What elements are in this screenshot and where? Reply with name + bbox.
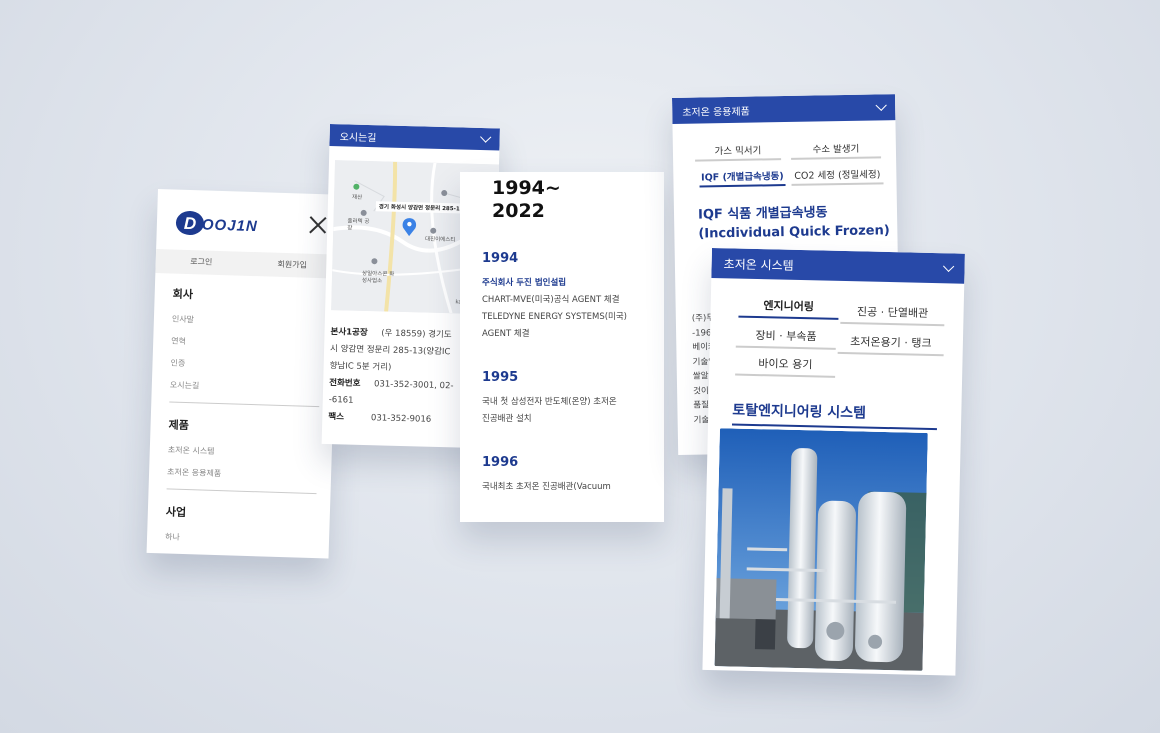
- location-header[interactable]: 오시는길: [329, 124, 500, 151]
- svg-text:OOJ1N: OOJ1N: [202, 216, 259, 235]
- applied-title: 초저온 응용제품: [682, 106, 750, 119]
- location-title: 오시는길: [339, 131, 377, 144]
- divider: [169, 401, 320, 408]
- menu-card: D OOJ1N 로그인 회원가입 회사 인사말 연혁 인증 오시는길 제품 초저…: [146, 189, 340, 559]
- applied-header[interactable]: 초저온 응용제품: [672, 94, 896, 124]
- chevron-down-icon[interactable]: [480, 131, 492, 143]
- phone-label: 전화번호: [329, 378, 361, 389]
- system-heading: 토탈엔지니어링 시스템: [731, 399, 938, 431]
- menu-item-business-1[interactable]: 하나: [165, 531, 315, 547]
- system-title: 초저온 시스템: [723, 256, 794, 273]
- fax-label: 팩스: [328, 412, 345, 423]
- tab-iqf[interactable]: IQF (개별급속냉동): [699, 168, 786, 188]
- map-label-poi: 재산: [352, 194, 363, 201]
- iqf-heading-line2: (Incdividual Quick Frozen): [698, 223, 890, 242]
- history-entry: 1995 국내 첫 삼성전자 반도체(온양) 초저온 진공배관 설치: [482, 369, 654, 428]
- menu-section-products[interactable]: 제품: [168, 416, 318, 437]
- history-range-end: 2022: [492, 200, 545, 222]
- chevron-down-icon[interactable]: [875, 99, 887, 112]
- map-label-poi: 상일아스콘 화성사업소: [361, 270, 395, 285]
- menu-section-company[interactable]: 회사: [172, 286, 322, 307]
- menu-item-certification[interactable]: 인증: [170, 357, 320, 373]
- fax-value: 031-352-9016: [370, 413, 432, 425]
- menu-item-directions[interactable]: 오시는길: [170, 379, 320, 395]
- menu-item-greeting[interactable]: 인사말: [172, 314, 322, 330]
- history-range-start: 1994~: [492, 177, 561, 199]
- history-range: 1994~ 2022: [492, 177, 561, 223]
- history-entry: 1994 주식회사 두진 법인설립 CHART-MVE(미국)공식 AGENT …: [482, 250, 654, 343]
- doojin-logo[interactable]: D OOJ1N: [174, 208, 261, 241]
- tab-equipment[interactable]: 장비 · 부속품: [735, 326, 837, 350]
- auth-tabs: 로그인 회원가입: [155, 248, 339, 279]
- history-year: 1996: [482, 455, 519, 470]
- tab-hydrogen-generator[interactable]: 수소 발생기: [790, 140, 882, 160]
- system-header[interactable]: 초저온 시스템: [711, 248, 965, 284]
- phone-value[interactable]: 031-352-3001, 02-: [374, 379, 454, 391]
- plant-illustration: [714, 428, 928, 671]
- menu-item-cryogenic-applied[interactable]: 초저온 응용제품: [167, 466, 317, 482]
- tab-vacuum-piping[interactable]: 진공 · 단열배관: [840, 302, 945, 327]
- history-entry-line: AGENT 체결: [482, 329, 530, 339]
- tab-co2-cleaning[interactable]: CO2 세정 (정밀세정): [791, 166, 884, 186]
- cryogenic-system-card: 초저온 시스템 엔지니어링 진공 · 단열배관 장비 · 부속품 초저온용기 ·…: [702, 248, 965, 676]
- svg-text:D: D: [184, 214, 197, 233]
- menu-section-business[interactable]: 사업: [166, 503, 316, 524]
- factory-label: 본사1공장: [330, 327, 368, 339]
- history-entry-line: 진공배관 설치: [482, 414, 532, 424]
- history-year: 1995: [482, 370, 519, 385]
- tab-cryogenic-tank[interactable]: 초저온용기 · 탱크: [837, 332, 945, 357]
- login-link[interactable]: 로그인: [155, 249, 247, 276]
- history-entry-line: 국내 첫 삼성전자 반도체(온양) 초저온: [482, 397, 617, 407]
- history-entry-title: 주식회사 두진 법인설립: [482, 278, 567, 288]
- history-card: 1994~ 2022 1994 주식회사 두진 법인설립 CHART-MVE(미…: [460, 172, 664, 522]
- map-label-poi: 대진이에스티: [424, 236, 456, 244]
- history-entry: 1996 국내최초 초저온 진공배관(Vacuum: [482, 454, 654, 496]
- tab-engineering[interactable]: 엔지니어링: [738, 296, 839, 320]
- factory-value: (우 18559) 경기도: [381, 328, 452, 341]
- close-icon[interactable]: [309, 216, 328, 235]
- history-entry-line: CHART-MVE(미국)공식 AGENT 체결: [482, 295, 620, 305]
- iqf-heading: IQF 식품 개별급속냉동 (Incdividual Quick Frozen): [698, 202, 890, 243]
- history-entry-line: 국내최초 초저온 진공배관(Vacuum: [482, 482, 611, 492]
- menu-list: 회사 인사말 연혁 인증 오시는길 제품 초저온 시스템 초저온 응용제품 사업…: [165, 286, 323, 559]
- menu-item-cryogenic-system[interactable]: 초저온 시스템: [168, 444, 318, 460]
- tab-bio-container[interactable]: 바이오 용기: [735, 354, 836, 378]
- history-entry-line: TELEDYNE ENERGY SYSTEMS(미국): [482, 312, 627, 322]
- history-timeline: 1994 주식회사 두진 법인설립 CHART-MVE(미국)공식 AGENT …: [482, 250, 654, 522]
- tab-gas-mixer[interactable]: 가스 믹서기: [694, 142, 782, 162]
- chevron-down-icon[interactable]: [942, 260, 955, 273]
- divider: [166, 488, 317, 495]
- cryogenic-plant-photo: [714, 428, 928, 671]
- menu-item-history[interactable]: 연혁: [171, 335, 321, 351]
- history-year: 1994: [482, 251, 519, 266]
- map-label-poi: 흘러텍 공장: [347, 218, 370, 232]
- signup-link[interactable]: 회원가입: [246, 252, 338, 279]
